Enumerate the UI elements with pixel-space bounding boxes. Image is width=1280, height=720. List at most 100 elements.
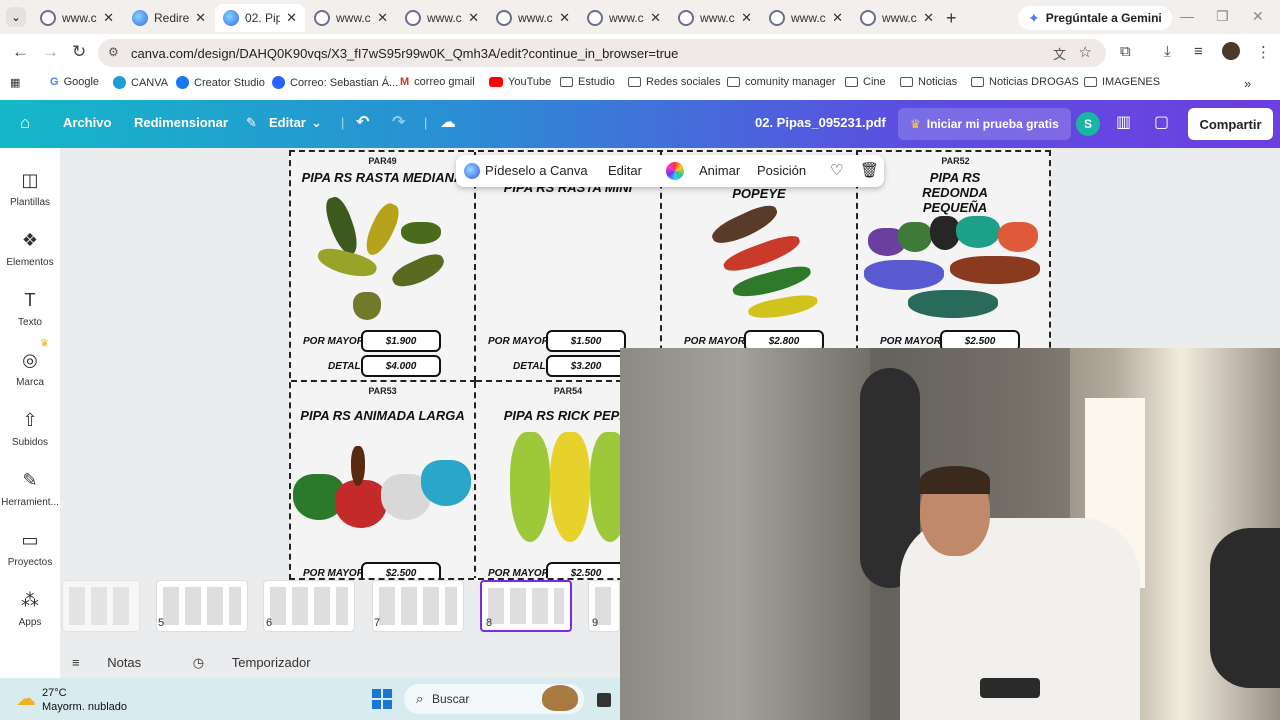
page-thumbnail[interactable] — [372, 580, 464, 632]
share-button[interactable]: Compartir — [1188, 108, 1273, 140]
close-tab-icon[interactable]: ✕ — [923, 10, 934, 26]
gemini-button[interactable]: ✦ Pregúntale a Gemini — [1018, 6, 1172, 30]
rail-proyectos[interactable]: ▭ Proyectos — [0, 530, 60, 568]
pipe-image — [998, 222, 1038, 252]
bookmark-noticias[interactable]: Noticias — [900, 76, 957, 88]
page-thumbnail-selected[interactable] — [480, 580, 572, 632]
product-card[interactable]: PAR53 PIPA RS ANIMADA LARGA POR MAYOR $2… — [291, 382, 476, 578]
edit-button[interactable]: Editar — [608, 163, 642, 178]
insights-icon[interactable]: ▥ — [1116, 112, 1131, 132]
notes-button[interactable]: ≡ Notas — [72, 655, 165, 670]
bookmark-estudio[interactable]: Estudio — [560, 76, 615, 88]
rail-texto[interactable]: T Texto — [0, 290, 60, 328]
home-icon[interactable]: ⌂ — [20, 113, 30, 133]
rail-marca[interactable]: ◎ Marca ♛ — [0, 338, 60, 388]
browser-tab[interactable]: www.ca✕ — [306, 4, 396, 32]
cloud-saved-icon[interactable]: ☁ — [440, 112, 456, 132]
close-tab-icon[interactable]: ✕ — [377, 10, 388, 26]
tab-search-dropdown[interactable]: ⌄ — [6, 7, 26, 27]
redo-icon[interactable]: ↷ — [392, 112, 405, 132]
restore-icon[interactable]: ❐ — [1216, 8, 1229, 25]
bookmark-correo[interactable]: Correo: Sebastian Á... — [272, 76, 398, 89]
close-tab-icon[interactable]: ✕ — [286, 10, 297, 26]
bookmark-gmail[interactable]: Mcorreo gmail — [400, 76, 475, 88]
page-thumbnail[interactable] — [156, 580, 248, 632]
user-avatar[interactable]: S — [1076, 112, 1100, 136]
menu-icon[interactable]: ⋮ — [1256, 43, 1271, 61]
new-tab-button[interactable]: + — [946, 8, 957, 29]
folder-icon: ▭ — [21, 530, 39, 550]
extensions-icon[interactable]: ⧉ — [1120, 43, 1131, 60]
bookmark-canva[interactable]: CANVA — [113, 76, 168, 89]
start-trial-button[interactable]: ♛ Iniciar mi prueba gratis — [898, 108, 1071, 140]
profile-avatar[interactable] — [1222, 42, 1240, 60]
color-wheel-icon[interactable] — [666, 162, 684, 180]
bookmark-noticias-drogas[interactable]: Noticias DROGAS — [971, 76, 1079, 88]
document-title[interactable]: 02. Pipas_095231.pdf — [755, 115, 886, 130]
browser-tab[interactable]: www.ca✕ — [488, 4, 578, 32]
download-icon[interactable]: ⤓ — [1164, 43, 1171, 60]
rail-apps[interactable]: ⁂ Apps — [0, 590, 60, 628]
close-tab-icon[interactable]: ✕ — [832, 10, 843, 26]
site-info-icon[interactable]: ⚙ — [108, 45, 119, 59]
globe-icon — [40, 10, 56, 26]
gemini-icon: ✦ — [1028, 9, 1040, 26]
browser-tab[interactable]: Redirec✕ — [124, 4, 214, 32]
rail-elementos[interactable]: ❖ Elementos — [0, 230, 60, 268]
trash-icon[interactable]: 🗑 — [860, 161, 879, 179]
position-button[interactable]: Posición — [757, 163, 806, 178]
chevron-down-icon[interactable]: ⌄ — [311, 115, 322, 131]
animate-button[interactable]: Animar — [699, 163, 740, 178]
bookmark-star-icon[interactable]: ☆ — [1079, 43, 1092, 61]
close-window-icon[interactable]: ✕ — [1252, 8, 1264, 25]
bookmark-redes-sociales[interactable]: Redes sociales — [628, 76, 721, 88]
timer-button[interactable]: ◷ Temporizador — [193, 655, 335, 670]
bookmark-cine[interactable]: Cine — [845, 76, 886, 88]
bookmark-google[interactable]: G Google — [50, 76, 99, 88]
close-tab-icon[interactable]: ✕ — [195, 10, 206, 26]
taskbar-app-icon[interactable] — [597, 693, 611, 707]
media-icon[interactable]: ≡ — [1194, 43, 1203, 60]
browser-tab[interactable]: www.ca✕ — [670, 4, 760, 32]
minimize-icon[interactable]: — — [1180, 8, 1194, 24]
close-tab-icon[interactable]: ✕ — [741, 10, 752, 26]
apps-grid-icon[interactable]: ▦ — [10, 76, 20, 89]
rail-subidos[interactable]: ⇧ Subidos — [0, 410, 60, 448]
browser-tab[interactable]: www.ca✕ — [761, 4, 851, 32]
browser-tab-active[interactable]: 02. Pip ✕ — [215, 4, 305, 32]
editar-menu[interactable]: Editar — [269, 115, 306, 130]
rail-herramientas[interactable]: ✎ Herramient... — [0, 470, 60, 508]
windows-start-icon[interactable] — [372, 689, 392, 709]
close-tab-icon[interactable]: ✕ — [103, 10, 114, 26]
back-icon[interactable]: ← — [12, 42, 29, 62]
bookmark-creator-studio[interactable]: Creator Studio — [176, 76, 265, 89]
forward-icon[interactable]: → — [42, 42, 59, 62]
product-card[interactable]: PAR49 PIPA RS RASTA MEDIANA POR MAYOR $1… — [291, 152, 476, 382]
page-thumbnail[interactable] — [263, 580, 355, 632]
browser-tab[interactable]: www.ca✕ — [32, 4, 122, 32]
add-comment-icon[interactable]: ♡ — [830, 161, 843, 179]
translate-icon[interactable]: 文 — [1053, 44, 1066, 63]
bookmark-youtube[interactable]: YouTube — [489, 76, 551, 88]
fan — [1210, 528, 1280, 688]
rail-plantillas[interactable]: ◫ Plantillas — [0, 170, 60, 208]
floating-toolbar: Pídeselo a Canva Editar Animar Posición … — [456, 155, 884, 187]
redimensionar-button[interactable]: Redimensionar — [134, 115, 228, 130]
close-tab-icon[interactable]: ✕ — [468, 10, 479, 26]
archivo-menu[interactable]: Archivo — [63, 115, 111, 130]
browser-tab[interactable]: www.ca✕ — [397, 4, 487, 32]
browser-tab[interactable]: www.ca✕ — [579, 4, 669, 32]
undo-icon[interactable]: ↶ — [356, 112, 369, 132]
close-tab-icon[interactable]: ✕ — [559, 10, 570, 26]
browser-tab[interactable]: www.ca✕ — [852, 4, 942, 32]
bookmark-comunity-manager[interactable]: comunity manager — [727, 76, 836, 88]
reload-icon[interactable]: ↻ — [72, 42, 86, 62]
url-field[interactable]: ⚙ canva.com/design/DAHQ0K90vqs/X3_fI7wS9… — [98, 39, 1106, 67]
page-thumbnail[interactable] — [62, 580, 140, 632]
weather-cloud-icon[interactable]: ☁ — [16, 686, 36, 711]
more-bookmarks-icon[interactable]: » — [1244, 76, 1251, 91]
comment-icon[interactable]: ▢ — [1154, 112, 1169, 132]
ask-canva-button[interactable]: Pídeselo a Canva — [485, 163, 588, 178]
close-tab-icon[interactable]: ✕ — [650, 10, 661, 26]
bookmark-imagenes[interactable]: IMAGENES — [1084, 76, 1160, 88]
